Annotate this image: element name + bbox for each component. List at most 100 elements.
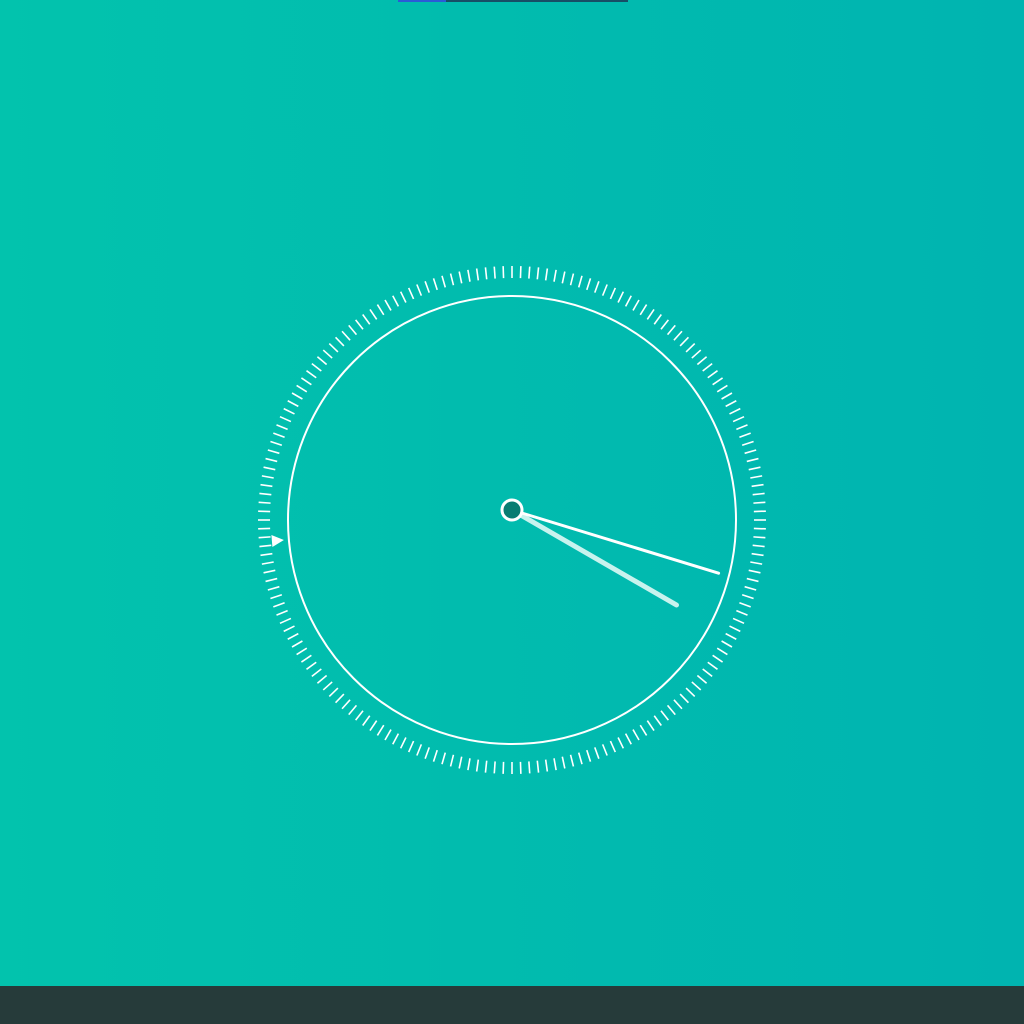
dial-tick (594, 747, 600, 759)
dial-tick (609, 287, 617, 300)
dial-tick (685, 342, 696, 353)
dial-tick (467, 758, 471, 771)
dial-tick (424, 747, 430, 759)
dial-tick (263, 466, 276, 471)
dial-tick (561, 756, 566, 769)
dial-tick (577, 275, 583, 288)
dial-tick (441, 752, 447, 765)
dial-tick (744, 449, 757, 455)
dial-tick (296, 384, 308, 393)
dial-tick (432, 749, 438, 762)
dial-tick (716, 384, 728, 393)
dial-tick (721, 392, 733, 400)
dial-tick (316, 674, 328, 684)
dial-tick (741, 440, 754, 446)
dial-tick (544, 759, 549, 772)
dial-tick (753, 536, 766, 539)
dial-tick (624, 295, 632, 307)
dial-tick (569, 754, 575, 767)
dial-tick (334, 693, 345, 704)
dial-tick (752, 544, 765, 548)
dial-tick (660, 710, 670, 721)
dial-tick (311, 362, 322, 372)
dial-tick (316, 356, 328, 366)
dial-tick (617, 737, 625, 749)
dial-tick (639, 304, 648, 316)
dial-tick (679, 693, 690, 704)
dial-tick (484, 760, 488, 773)
dial-tick (577, 752, 583, 765)
dial-tick (279, 415, 292, 423)
dial-tick (424, 281, 430, 293)
dial-tick (283, 407, 295, 415)
dial-tick (528, 266, 531, 279)
dial-tick (679, 336, 690, 347)
second-hand[interactable] (509, 507, 679, 608)
dial-tick (751, 483, 764, 488)
dial-tick (528, 761, 531, 774)
dial-tick (354, 319, 364, 330)
dial-tick (362, 715, 371, 726)
dial-tick (712, 654, 724, 663)
hub-icon[interactable] (500, 498, 524, 522)
dial-tick (458, 756, 463, 769)
dial-tick (399, 737, 407, 749)
dial-tick (712, 377, 724, 386)
minute-hand[interactable] (510, 508, 721, 575)
dial-tick (384, 299, 392, 311)
dial-tick (707, 370, 718, 379)
dial-tick (653, 314, 662, 325)
dial-tick (287, 632, 299, 640)
dial-tick (300, 654, 312, 663)
dial-tick (441, 275, 447, 288)
dial-tick (646, 308, 655, 320)
dial-tick (265, 457, 278, 463)
dial-tick (261, 475, 274, 479)
dial-tick (752, 492, 765, 496)
dial-tick (617, 291, 625, 303)
dial-tick (399, 291, 407, 303)
dial-tick (691, 681, 702, 691)
dial-tick (270, 594, 283, 600)
dial-tick (696, 356, 708, 366)
dial-tick (265, 577, 278, 583)
dial-tick (702, 362, 713, 372)
dial-tick (259, 492, 272, 496)
dial-tick (750, 561, 763, 565)
dial-tick (750, 475, 763, 479)
dial-tick (362, 314, 371, 325)
dial-tick (322, 681, 333, 691)
dial-tick (561, 271, 566, 284)
dial-tick (741, 594, 754, 600)
dial-tick (276, 424, 288, 431)
dial-tick (306, 370, 317, 379)
dial-tick (736, 424, 748, 431)
dial-tick (586, 278, 592, 291)
dial-tick (544, 268, 549, 281)
dial-tick (653, 715, 662, 726)
dial-tick (296, 647, 308, 656)
dial-tick (348, 704, 358, 716)
dial-tick (707, 661, 718, 670)
dial-tick (739, 432, 751, 438)
dial-tick (384, 729, 392, 741)
dial-tick (341, 330, 351, 341)
dial-tick (449, 273, 455, 286)
dial-tick (273, 602, 285, 608)
dial-tick (702, 668, 713, 678)
dial-tick (493, 761, 496, 774)
dial-tick (475, 759, 480, 772)
dial-tick (696, 674, 708, 684)
dial-tick (553, 269, 557, 282)
dial-tick (660, 319, 670, 330)
dial-tick (416, 284, 423, 296)
triangle-pointer-icon[interactable] (271, 535, 284, 547)
dial-tick (267, 449, 280, 455)
dial-tick (258, 501, 271, 504)
dial-tick (739, 602, 751, 608)
dial-tick (291, 392, 303, 400)
dial-tick (306, 661, 317, 670)
dial-tick (407, 740, 415, 753)
dial-tick (569, 273, 575, 286)
dial-tick (263, 569, 276, 574)
